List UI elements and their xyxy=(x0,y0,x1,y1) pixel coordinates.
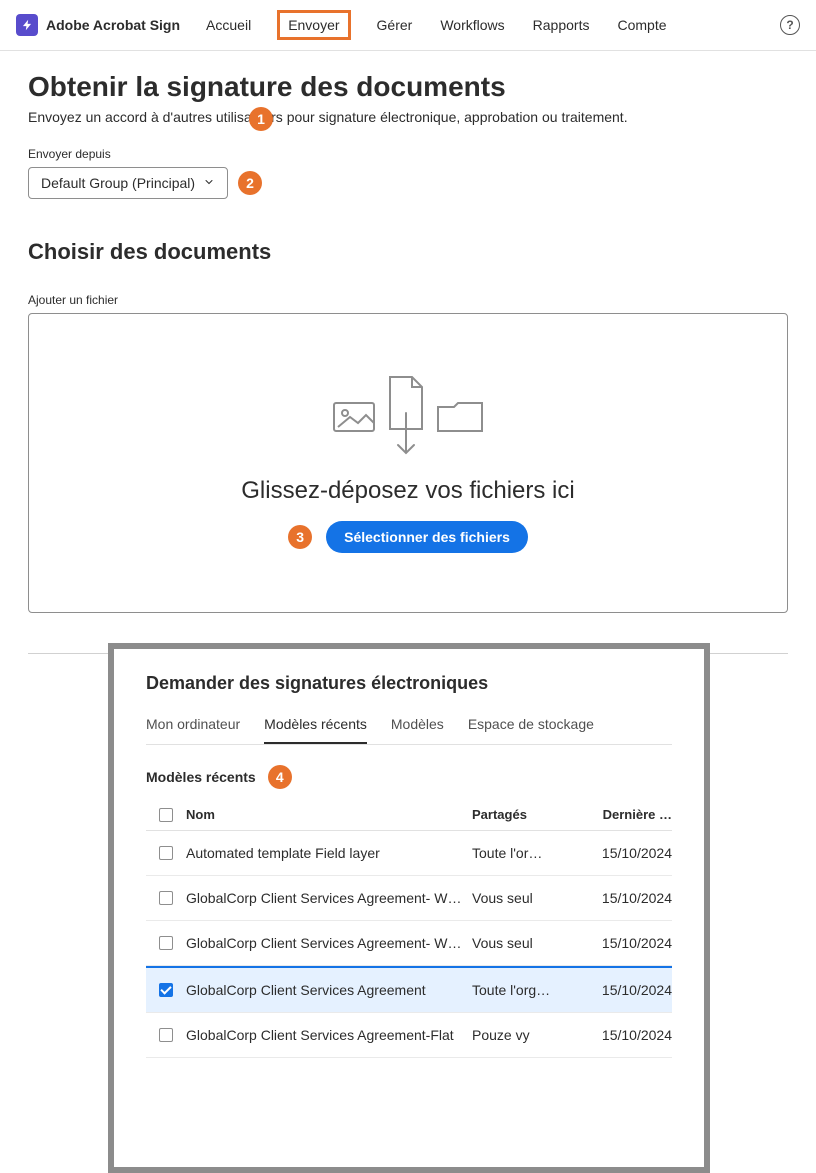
row-date: 15/10/2024 xyxy=(582,982,672,998)
row-name: GlobalCorp Client Services Agreement xyxy=(186,982,472,998)
nav-rapports[interactable]: Rapports xyxy=(531,13,592,37)
list-header-row: Modèles récents 4 xyxy=(146,765,672,789)
row-checkbox[interactable] xyxy=(159,1028,173,1042)
nav-accueil[interactable]: Accueil xyxy=(204,13,253,37)
choose-documents-title: Choisir des documents xyxy=(28,239,788,265)
dropzone-icons xyxy=(330,373,486,461)
nav-gerer[interactable]: Gérer xyxy=(375,13,415,37)
row-check-cell xyxy=(146,1028,186,1042)
callout-2: 2 xyxy=(238,171,262,195)
brand-name: Adobe Acrobat Sign xyxy=(46,17,180,33)
templates-table: Nom Partagés Dernière … Automated templa… xyxy=(146,799,672,1058)
page-subtitle: Envoyez un accord à d'autres utilisateur… xyxy=(28,109,788,125)
table-row[interactable]: Automated template Field layerToute l'or… xyxy=(146,831,672,876)
row-name: GlobalCorp Client Services Agreement- Wi… xyxy=(186,935,472,951)
row-date: 15/10/2024 xyxy=(582,845,672,861)
nav-workflows[interactable]: Workflows xyxy=(438,13,506,37)
folder-icon xyxy=(434,397,486,437)
dropzone[interactable]: Glissez-déposez vos fichiers ici 3 Sélec… xyxy=(28,313,788,613)
row-date: 15/10/2024 xyxy=(582,890,672,906)
select-files-button[interactable]: Sélectionner des fichiers xyxy=(326,521,528,553)
col-shared-header: Partagés xyxy=(472,807,582,822)
send-from-value: Default Group (Principal) xyxy=(41,175,195,191)
add-file-label: Ajouter un fichier xyxy=(28,293,788,307)
brand-group: Adobe Acrobat Sign xyxy=(16,14,180,36)
file-picker-dialog: Demander des signatures électroniques Mo… xyxy=(108,643,710,1173)
row-shared: Vous seul xyxy=(472,890,582,906)
row-shared: Pouze vy xyxy=(472,1027,582,1043)
row-name: GlobalCorp Client Services Agreement- Wi… xyxy=(186,890,472,906)
dropzone-text: Glissez-déposez vos fichiers ici xyxy=(241,477,574,505)
select-files-row: 3 Sélectionner des fichiers xyxy=(288,521,528,553)
row-check-cell xyxy=(146,846,186,860)
image-icon xyxy=(330,397,378,437)
send-from-label: Envoyer depuis xyxy=(28,147,788,161)
col-check-header xyxy=(146,808,186,822)
callout-3: 3 xyxy=(288,525,312,549)
nav-compte[interactable]: Compte xyxy=(615,13,668,37)
table-row[interactable]: GlobalCorp Client Services AgreementTout… xyxy=(146,966,672,1013)
send-from-select[interactable]: Default Group (Principal) xyxy=(28,167,228,199)
row-checkbox[interactable] xyxy=(159,983,173,997)
nav-envoyer[interactable]: Envoyer xyxy=(277,10,350,40)
table-header: Nom Partagés Dernière … xyxy=(146,799,672,831)
row-checkbox[interactable] xyxy=(159,891,173,905)
send-from-row: Default Group (Principal) 2 xyxy=(28,167,788,199)
col-date-header: Dernière … xyxy=(582,807,672,822)
tab-mon-ordinateur[interactable]: Mon ordinateur xyxy=(146,710,240,744)
select-all-checkbox[interactable] xyxy=(159,808,173,822)
callout-1: 1 xyxy=(249,107,273,131)
file-download-icon xyxy=(384,373,428,461)
row-date: 15/10/2024 xyxy=(582,935,672,951)
row-shared: Vous seul xyxy=(472,935,582,951)
tab-espace-stockage[interactable]: Espace de stockage xyxy=(468,710,594,744)
tab-modeles-recents[interactable]: Modèles récents xyxy=(264,710,367,744)
row-check-cell xyxy=(146,936,186,950)
col-name-header: Nom xyxy=(186,807,472,822)
row-checkbox[interactable] xyxy=(159,846,173,860)
chevron-down-icon xyxy=(203,175,215,191)
dialog-tabs: Mon ordinateur Modèles récents Modèles E… xyxy=(146,710,672,745)
help-icon: ? xyxy=(780,15,800,35)
top-nav: Adobe Acrobat Sign Accueil Envoyer Gérer… xyxy=(0,0,816,51)
row-name: GlobalCorp Client Services Agreement-Fla… xyxy=(186,1027,472,1043)
row-check-cell xyxy=(146,891,186,905)
dialog-title: Demander des signatures électroniques xyxy=(146,673,672,694)
callout-4: 4 xyxy=(268,765,292,789)
acrobat-logo-icon xyxy=(16,14,38,36)
row-check-cell xyxy=(146,983,186,997)
help-button[interactable]: ? xyxy=(780,15,800,35)
row-shared: Toute l'org… xyxy=(472,982,582,998)
table-row[interactable]: GlobalCorp Client Services Agreement-Fla… xyxy=(146,1013,672,1058)
tab-modeles[interactable]: Modèles xyxy=(391,710,444,744)
page-content: 1 Obtenir la signature des documents Env… xyxy=(0,51,816,674)
row-name: Automated template Field layer xyxy=(186,845,472,861)
row-date: 15/10/2024 xyxy=(582,1027,672,1043)
page-title: Obtenir la signature des documents xyxy=(28,71,788,103)
table-row[interactable]: GlobalCorp Client Services Agreement- Wi… xyxy=(146,876,672,921)
list-section-title: Modèles récents xyxy=(146,769,256,785)
row-shared: Toute l'or… xyxy=(472,845,582,861)
table-row[interactable]: GlobalCorp Client Services Agreement- Wi… xyxy=(146,921,672,966)
row-checkbox[interactable] xyxy=(159,936,173,950)
